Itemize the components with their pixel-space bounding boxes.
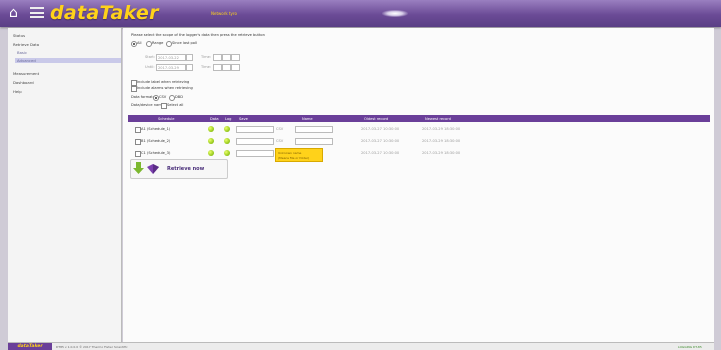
footer-bar: dataTaker DT85 v 1.0.0.0 © 2017 Thermo F… xyxy=(8,342,714,350)
footer-logo: dataTaker xyxy=(8,343,52,350)
end-minute-input[interactable] xyxy=(222,64,231,71)
instruction-text: Please select the scope of the logger's … xyxy=(131,33,265,37)
start-time-label: Time: xyxy=(201,55,212,59)
header-bar: ⌂ dataTaker Network tyro xyxy=(0,0,721,27)
scope-range-label: Range xyxy=(152,41,164,45)
data-status-icon xyxy=(208,126,214,132)
column-oldest: Oldest record xyxy=(364,116,389,121)
table-row: C1 (Schedule_3) 2017-03-27 10:30:00 2017… xyxy=(128,148,710,159)
data-status-icon xyxy=(208,138,214,144)
tooltip-line-1: Unknown name xyxy=(278,151,302,155)
save-filename-input[interactable] xyxy=(236,150,274,157)
end-label: Until: xyxy=(145,65,155,69)
file-extension: CSV xyxy=(276,139,284,143)
column-newest: Newest record xyxy=(425,116,451,121)
sidebar-item-status[interactable]: Status xyxy=(13,33,25,38)
connection-indicator xyxy=(382,10,408,17)
format-dbd-label: DBD xyxy=(175,95,183,99)
main-panel: Please select the scope of the logger's … xyxy=(123,28,714,342)
newest-record: 2017-03-29 18:30:00 xyxy=(422,127,461,131)
include-alarms-text: Include alarms when retrieving xyxy=(137,86,193,90)
column-log: Log xyxy=(225,116,232,121)
download-icon xyxy=(133,162,159,174)
data-format-label: Data format: xyxy=(131,95,154,99)
newest-record: 2017-03-29 18:30:00 xyxy=(422,139,461,143)
start-date-input[interactable]: 2017-03-22 xyxy=(156,54,186,61)
log-status-icon xyxy=(224,138,230,144)
include-label-text: Include label when retrieving xyxy=(137,80,190,84)
footer-right-text: LOGGING DT-85 xyxy=(678,344,702,349)
oldest-record: 2017-03-27 10:30:00 xyxy=(361,127,400,131)
schedule-name: A1 (Schedule_1) xyxy=(141,127,171,131)
retrieve-now-label: Retrieve now xyxy=(167,166,205,172)
calendar-icon[interactable] xyxy=(186,64,193,71)
name-input[interactable] xyxy=(295,138,333,145)
column-schedule: Schedule xyxy=(158,116,175,121)
newest-record: 2017-03-29 18:30:00 xyxy=(422,151,461,155)
log-status-icon xyxy=(224,150,230,156)
footer-status-text: DT85 v 1.0.0.0 © 2017 Thermo Fisher Scie… xyxy=(56,344,128,349)
column-save: Save xyxy=(239,116,248,121)
format-csv-label: CSV xyxy=(159,95,167,99)
table-row: A1 (Schedule_1) CSV 2017-03-27 10:30:00 … xyxy=(128,124,710,135)
logo: dataTaker xyxy=(50,2,159,24)
sidebar-item-retrieve-data[interactable]: Retrieve Data xyxy=(13,42,39,47)
column-name: Name xyxy=(302,116,313,121)
sidebar-item-dashboard[interactable]: Dashboard xyxy=(13,80,34,85)
sidebar-item-advanced[interactable]: Advanced xyxy=(15,58,121,63)
sidebar-item-help[interactable]: Help xyxy=(13,89,22,94)
file-extension: CSV xyxy=(276,127,284,131)
oldest-record: 2017-03-27 10:30:00 xyxy=(361,139,400,143)
tooltip-line-2: (Means file or folder) xyxy=(278,155,310,160)
oldest-record: 2017-03-27 10:30:00 xyxy=(361,151,400,155)
table-row: B1 (Schedule_2) CSV 2017-03-27 10:30:00 … xyxy=(128,136,710,147)
column-data: Data xyxy=(210,116,219,121)
end-date-input[interactable]: 2017-03-29 xyxy=(156,64,186,71)
log-status-icon xyxy=(224,126,230,132)
start-label: Start: xyxy=(145,55,155,59)
sidebar-item-measurement[interactable]: Measurement xyxy=(13,71,39,76)
schedule-name: C1 (Schedule_3) xyxy=(141,151,171,155)
app-window: ⌂ dataTaker Network tyro Status Retrieve… xyxy=(0,0,721,350)
end-second-input[interactable] xyxy=(231,64,240,71)
name-tooltip: Unknown name (Means file or folder) xyxy=(275,148,323,162)
scope-all-label: All xyxy=(137,41,142,45)
menu-icon[interactable] xyxy=(30,7,44,20)
select-all-label: Select all xyxy=(167,103,184,107)
retrieve-now-button[interactable]: Retrieve now xyxy=(130,159,228,179)
start-second-input[interactable] xyxy=(231,54,240,61)
data-status-icon xyxy=(208,150,214,156)
schedule-name: B1 (Schedule_2) xyxy=(141,139,171,143)
calendar-icon[interactable] xyxy=(186,54,193,61)
scope-since-label: Since last poll xyxy=(172,41,197,45)
network-name: Network tyro xyxy=(211,11,237,16)
start-hour-input[interactable] xyxy=(213,54,222,61)
sidebar: Status Retrieve Data Basic Advanced Meas… xyxy=(8,28,122,342)
name-input[interactable] xyxy=(295,126,333,133)
table-header: Schedule Data Log Save Name Oldest recor… xyxy=(128,115,710,122)
end-hour-input[interactable] xyxy=(213,64,222,71)
home-icon[interactable]: ⌂ xyxy=(9,6,25,20)
end-time-label: Time: xyxy=(201,65,212,69)
save-filename-input[interactable] xyxy=(236,138,274,145)
sidebar-item-basic[interactable]: Basic xyxy=(17,50,27,55)
save-filename-input[interactable] xyxy=(236,126,274,133)
start-minute-input[interactable] xyxy=(222,54,231,61)
